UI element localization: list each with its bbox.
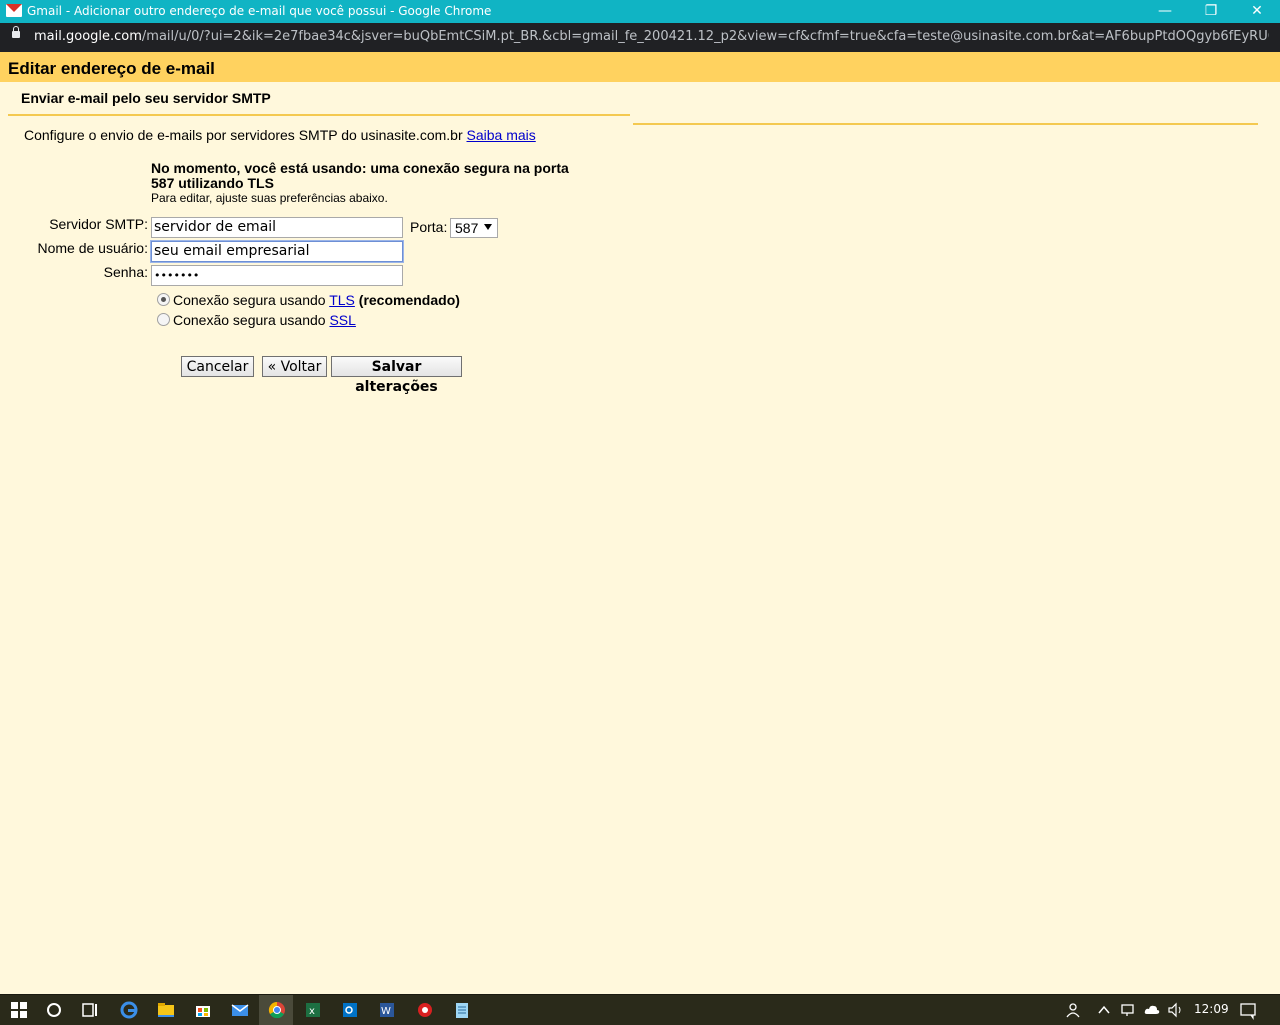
excel-icon[interactable]: x — [303, 1000, 323, 1020]
minimize-button[interactable]: — — [1142, 0, 1188, 23]
status-line: No momento, você está usando: uma conexã… — [151, 160, 569, 191]
description: Configure o envio de e-mails por servido… — [24, 127, 536, 143]
close-button[interactable]: ✕ — [1234, 0, 1280, 23]
radio-tls[interactable] — [157, 293, 170, 306]
radio-tls-prefix: Conexão segura usando — [173, 292, 326, 308]
radio-tls-label: Conexão segura usando TLS (recomendado) — [173, 292, 460, 308]
red-app-icon[interactable] — [415, 1000, 435, 1020]
port-select[interactable]: 587 — [450, 218, 498, 238]
notepad-icon[interactable] — [452, 1000, 472, 1020]
window-title: Gmail - Adicionar outro endereço de e-ma… — [27, 4, 492, 18]
smtp-label: Servidor SMTP: — [49, 216, 148, 232]
url-text[interactable]: mail.google.com/mail/u/0/?ui=2&ik=2e7fba… — [34, 29, 1269, 44]
file-explorer-icon[interactable] — [156, 1000, 176, 1020]
connection-status: No momento, você está usando: uma conexã… — [151, 160, 591, 206]
username-input[interactable]: seu email empresarial — [151, 241, 403, 262]
ssl-link[interactable]: SSL — [329, 312, 355, 328]
mail-icon[interactable] — [230, 1000, 250, 1020]
restore-button[interactable]: ❐ — [1188, 0, 1234, 23]
cancel-button[interactable]: Cancelar — [181, 356, 254, 377]
lock-icon — [12, 26, 20, 38]
divider — [633, 123, 1258, 125]
people-icon[interactable] — [1064, 1000, 1084, 1020]
learn-more-link[interactable]: Saiba mais — [467, 127, 536, 143]
svg-text:x: x — [309, 1006, 315, 1017]
cloud-icon[interactable] — [1142, 1000, 1162, 1020]
taskbar: x W 12:09 — [0, 994, 1280, 1025]
edge-icon[interactable] — [119, 1000, 139, 1020]
radio-ssl[interactable] — [157, 313, 170, 326]
port-value: 587 — [455, 220, 479, 236]
smtp-server-input[interactable]: servidor de email — [151, 217, 403, 238]
radio-ssl-prefix: Conexão segura usando — [173, 312, 326, 328]
url-path: /mail/u/0/?ui=2&ik=2e7fbae34c&jsver=buQb… — [141, 29, 1269, 44]
volume-icon[interactable] — [1166, 1000, 1186, 1020]
outlook-icon[interactable] — [340, 1000, 360, 1020]
search-icon[interactable] — [44, 1000, 64, 1020]
section-title: Enviar e-mail pelo seu servidor SMTP — [21, 90, 271, 106]
back-button[interactable]: « Voltar — [262, 356, 327, 377]
notification-icon[interactable] — [1238, 1000, 1258, 1020]
radio-ssl-label: Conexão segura usando SSL — [173, 312, 356, 328]
page-title: Editar endereço de e-mail — [8, 59, 215, 78]
address-bar[interactable]: mail.google.com/mail/u/0/?ui=2&ik=2e7fba… — [0, 23, 1280, 52]
port-label: Porta: — [410, 219, 448, 235]
status-hint: Para editar, ajuste suas preferências ab… — [151, 191, 388, 205]
save-button[interactable]: Salvar alterações — [331, 356, 462, 395]
chevron-up-icon[interactable] — [1094, 1000, 1114, 1020]
store-icon[interactable] — [193, 1000, 213, 1020]
tls-link[interactable]: TLS — [329, 292, 355, 308]
windows-start-icon[interactable] — [9, 1000, 29, 1020]
chrome-icon[interactable] — [267, 1000, 287, 1020]
section-header: Enviar e-mail pelo seu servidor SMTP — [8, 82, 630, 116]
svg-text:W: W — [381, 1006, 391, 1017]
word-icon[interactable]: W — [377, 1000, 397, 1020]
chevron-down-icon — [484, 224, 492, 230]
clock[interactable]: 12:09 — [1194, 1002, 1229, 1016]
task-view-icon[interactable] — [80, 1000, 100, 1020]
password-input[interactable]: ••••••• — [151, 265, 403, 286]
page-header: Editar endereço de e-mail — [0, 52, 1280, 82]
window-titlebar: Gmail - Adicionar outro endereço de e-ma… — [0, 0, 1280, 23]
radio-tls-suffix: (recomendado) — [358, 292, 460, 308]
network-icon[interactable] — [1118, 1000, 1138, 1020]
url-host: mail.google.com — [34, 29, 142, 44]
username-label: Nome de usuário: — [37, 240, 148, 256]
gmail-icon — [6, 4, 22, 17]
password-label: Senha: — [103, 264, 148, 280]
description-text: Configure o envio de e-mails por servido… — [24, 127, 463, 143]
